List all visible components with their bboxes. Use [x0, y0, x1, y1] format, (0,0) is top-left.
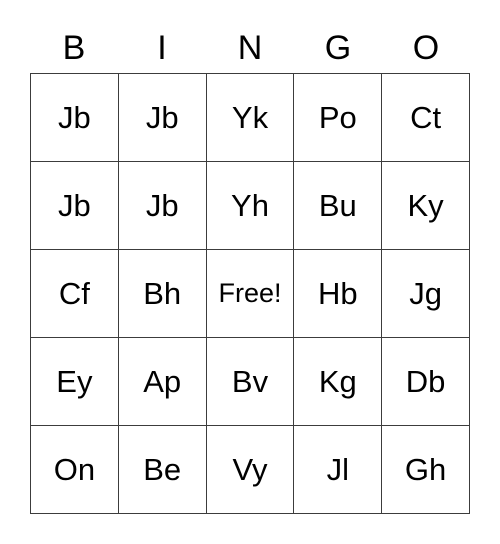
bingo-cell-label: Be — [143, 452, 182, 487]
bingo-cell-label: Ct — [410, 100, 442, 135]
bingo-cell-label: Jb — [145, 188, 179, 223]
bingo-cell[interactable]: Ey — [31, 338, 119, 426]
bingo-cell[interactable]: Vy — [206, 426, 295, 514]
bingo-cell-label: Jb — [145, 100, 179, 135]
bingo-cell-label: Kg — [318, 364, 357, 399]
bingo-cell-label: Ey — [56, 364, 93, 399]
bingo-cell[interactable]: Jb — [118, 162, 207, 250]
bingo-cell[interactable]: Bv — [206, 338, 295, 426]
bingo-cell[interactable]: Kg — [294, 338, 383, 426]
bingo-free-space-label: Free! — [218, 278, 282, 308]
bingo-cell[interactable]: Jb — [31, 162, 119, 250]
bingo-cell[interactable]: Ct — [382, 74, 470, 162]
bingo-cell-label: Vy — [232, 452, 268, 487]
bingo-cell-label: Cf — [58, 276, 90, 311]
bingo-cell[interactable]: Jg — [382, 250, 470, 338]
bingo-cell[interactable]: Ap — [118, 338, 207, 426]
bingo-cell-label: Jg — [409, 276, 442, 311]
bingo-header-letter-g-label: G — [324, 28, 352, 67]
bingo-header-letter-o: O — [382, 22, 470, 73]
bingo-header-letter-b: B — [30, 22, 118, 73]
bingo-cell[interactable]: Yh — [206, 162, 295, 250]
bingo-cell[interactable]: Ky — [382, 162, 470, 250]
bingo-cell-label: Yk — [231, 100, 269, 135]
bingo-cell-label: Bu — [318, 188, 357, 223]
bingo-cell[interactable]: Bu — [294, 162, 383, 250]
bingo-cell-label: Gh — [404, 452, 447, 487]
bingo-cell-label: Jl — [326, 452, 349, 487]
bingo-cell[interactable]: Be — [118, 426, 207, 514]
bingo-cell[interactable]: Jb — [118, 74, 207, 162]
bingo-cell-label: Jb — [58, 188, 91, 223]
bingo-cell-label: Jb — [58, 100, 91, 135]
bingo-cell[interactable]: Jl — [294, 426, 383, 514]
bingo-grid: Jb Jb Yk Po Ct Jb Jb Yh Bu Ky Cf Bh Free… — [30, 73, 470, 514]
bingo-header-letter-b-label: B — [62, 28, 86, 67]
bingo-cell-label: Ap — [143, 364, 182, 399]
bingo-cell-label: Db — [405, 364, 446, 399]
bingo-cell[interactable]: On — [31, 426, 119, 514]
bingo-card: B I N G O Jb Jb Yk Po Ct Jb Jb Yh Bu Ky … — [0, 0, 500, 544]
bingo-header-letter-i: I — [118, 22, 206, 73]
bingo-cell-label: Po — [318, 100, 357, 135]
bingo-cell[interactable]: Yk — [206, 74, 295, 162]
bingo-cell-label: Ky — [407, 188, 444, 223]
bingo-cell[interactable]: Db — [382, 338, 470, 426]
bingo-cell[interactable]: Hb — [294, 250, 383, 338]
bingo-header-letter-i-label: I — [157, 28, 167, 67]
bingo-cell[interactable]: Po — [294, 74, 383, 162]
bingo-header-row: B I N G O — [30, 22, 470, 73]
bingo-header-letter-n: N — [206, 22, 294, 73]
bingo-cell-label: Yh — [231, 188, 269, 223]
bingo-cell[interactable]: Bh — [118, 250, 207, 338]
bingo-cell-label: On — [53, 452, 96, 487]
bingo-header-letter-o-label: O — [412, 28, 440, 67]
bingo-cell-label: Hb — [317, 276, 358, 311]
bingo-free-space-cell[interactable]: Free! — [206, 250, 295, 338]
bingo-cell[interactable]: Jb — [31, 74, 119, 162]
bingo-header-letter-g: G — [294, 22, 382, 73]
bingo-cell[interactable]: Cf — [31, 250, 119, 338]
bingo-cell-label: Bh — [143, 276, 182, 311]
bingo-header-letter-n-label: N — [237, 28, 263, 67]
bingo-cell[interactable]: Gh — [382, 426, 470, 514]
bingo-cell-label: Bv — [231, 364, 269, 399]
